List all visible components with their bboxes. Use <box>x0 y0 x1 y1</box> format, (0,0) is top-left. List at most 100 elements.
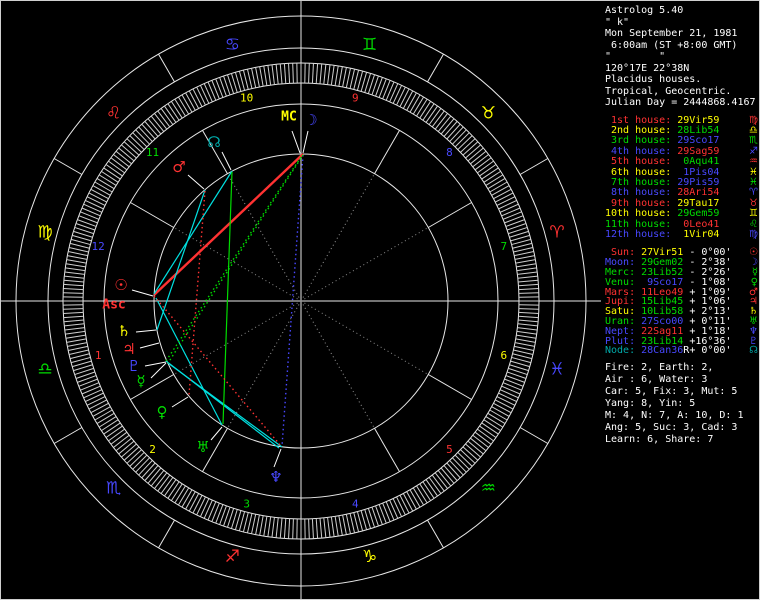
header-line-5: 120°17E 22°38N <box>605 62 690 74</box>
degree-tick <box>479 164 497 177</box>
chart-header: Astrolog 5.40 " k" Mon September 21, 1981 … <box>605 5 759 109</box>
header-line-7: Tropical, Geocentric. <box>605 85 732 97</box>
house-cusp-dotted <box>227 300 302 429</box>
degree-tick <box>402 90 414 109</box>
pointer-line <box>135 329 157 333</box>
degree-tick <box>516 330 537 335</box>
house-cusp-dotted <box>300 173 375 302</box>
degree-tick <box>514 342 535 347</box>
degree-tick <box>215 78 224 98</box>
degree-tick <box>514 251 534 257</box>
zodiac-sign-glyph-cancer: ♋ <box>225 35 240 55</box>
degree-tick <box>246 68 253 89</box>
degree-tick <box>177 487 190 506</box>
degree-tick <box>345 68 351 88</box>
planet-value: 28Can36 <box>641 345 684 357</box>
degree-tick <box>428 108 442 125</box>
degree-tick <box>64 323 85 327</box>
degree-tick <box>472 434 489 448</box>
degree-tick <box>485 174 504 186</box>
degree-tick <box>167 103 180 121</box>
degree-tick <box>516 334 537 339</box>
degree-tick <box>90 402 109 414</box>
degree-tick <box>428 477 442 494</box>
degree-tick <box>518 319 539 323</box>
house-label: 6th house: <box>605 166 678 178</box>
zodiac-sign-glyph: ♊ <box>749 208 758 220</box>
degree-tick <box>483 170 501 183</box>
degree-tick <box>177 96 190 115</box>
degree-tick <box>271 64 275 85</box>
degree-tick <box>489 181 508 193</box>
degree-tick <box>498 392 517 403</box>
degree-tick <box>516 263 537 268</box>
stats-line-2: Car: 5, Fix: 3, Mut: 5 <box>605 386 738 398</box>
stats-line-6: Learn: 6, Share: 7 <box>605 434 714 446</box>
degree-tick <box>181 489 193 508</box>
degree-tick <box>327 517 331 538</box>
degree-tick <box>188 90 200 109</box>
pointer-line <box>273 448 282 468</box>
house-value: 29Gem59 <box>677 208 720 220</box>
degree-tick <box>308 63 310 84</box>
degree-tick <box>83 203 103 213</box>
degree-tick <box>251 514 257 534</box>
degree-tick <box>275 64 279 85</box>
degree-tick <box>512 353 533 360</box>
zodiac-sign-glyph-aries: ♈ <box>549 222 564 242</box>
degree-tick <box>308 518 310 539</box>
degree-tick <box>512 242 533 249</box>
degree-tick <box>412 487 425 506</box>
degree-tick <box>63 279 84 283</box>
stats-line-4: M: 4, N: 7, A: 10, D: 1 <box>605 410 744 422</box>
degree-tick <box>185 92 196 111</box>
degree-tick <box>419 101 432 119</box>
degree-tick <box>396 86 406 106</box>
degree-tick <box>487 412 506 425</box>
house-label: 11th house: <box>605 218 678 230</box>
degree-tick <box>481 422 499 435</box>
angle-label-asc: Asc <box>102 298 125 313</box>
degree-tick <box>342 514 347 535</box>
degree-tick <box>85 199 104 210</box>
degree-tick <box>63 311 84 314</box>
degree-tick <box>192 495 203 514</box>
degree-tick <box>96 412 115 425</box>
degree-tick <box>345 514 351 534</box>
degree-tick <box>515 338 536 343</box>
house-cusp-line <box>374 130 400 174</box>
header-line-6: Placidus houses. <box>605 74 702 85</box>
degree-tick <box>513 349 534 356</box>
degree-tick <box>207 501 217 521</box>
degree-tick <box>78 215 98 224</box>
degree-tick <box>211 80 220 100</box>
house-number-12: 12 <box>92 240 105 253</box>
degree-tick <box>65 267 86 272</box>
house-value: 29Pis59 <box>677 176 720 188</box>
degree-tick <box>288 63 291 84</box>
planet-glyph-saturn: ♄ <box>117 322 130 340</box>
degree-tick <box>68 345 88 351</box>
planet-glyph-jupiter: ♃ <box>122 340 135 358</box>
degree-tick <box>412 96 425 115</box>
degree-tick <box>211 502 220 522</box>
degree-tick <box>514 255 535 260</box>
degree-tick <box>496 396 516 406</box>
degree-tick <box>330 65 335 86</box>
degree-tick <box>518 292 539 294</box>
planet-label: Node: <box>605 345 642 357</box>
degree-tick <box>419 483 432 501</box>
degree-tick <box>83 389 103 399</box>
house-number-7: 7 <box>501 240 508 253</box>
house-value: 1Pis04 <box>677 166 720 178</box>
degree-tick <box>67 255 88 260</box>
degree-tick <box>64 327 85 331</box>
planet-position-list: Sun: 27Vir51 - 0°00' ☉ Moon: 29Gem02 - 2°3… <box>605 248 759 357</box>
header-line-2: Mon September 21, 1981 <box>605 28 738 39</box>
house-value: 1Vir04 <box>677 228 720 240</box>
degree-tick <box>319 63 323 84</box>
degree-tick <box>514 345 534 351</box>
degree-tick <box>292 63 294 84</box>
header-line-1: " k" <box>605 16 630 28</box>
degree-tick <box>67 342 88 347</box>
